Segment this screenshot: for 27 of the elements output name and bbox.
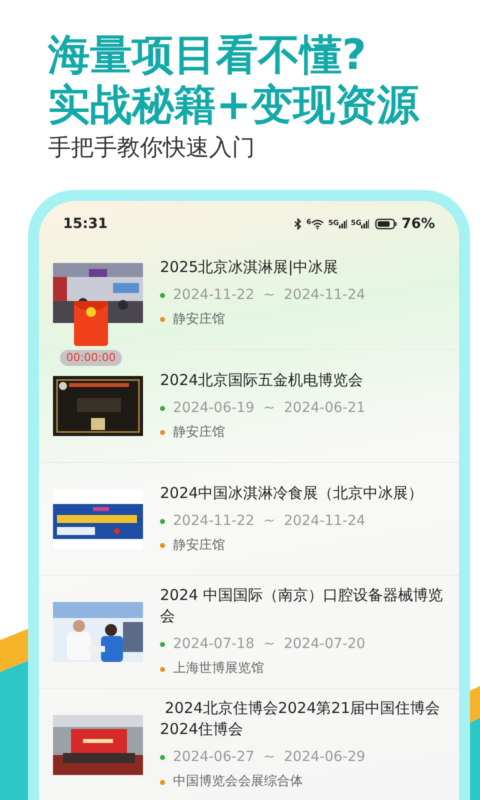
signal-icon: [361, 219, 370, 229]
envelope-icon[interactable]: [74, 301, 108, 346]
event-venue: 上海世博展览馆: [173, 660, 264, 678]
headline: 实战秘籍+变现资源: [48, 80, 420, 130]
event-venue: 静安庄馆: [173, 536, 225, 555]
battery-icon: [375, 218, 398, 230]
status-time: 15:31: [63, 214, 108, 234]
event-title[interactable]: 2024北京国际五金机电博览会: [160, 370, 366, 391]
event-title[interactable]: 2024 中国国际（南京）口腔设备器械博览会: [160, 585, 451, 628]
event-title[interactable]: 2024北京住博会2024第21届中国住博会2024住博会: [160, 698, 451, 740]
event-dates: 2024-06-27 ~ 2024-06-29: [173, 748, 366, 768]
countdown-timer: 00:00:00: [60, 350, 122, 366]
battery-percent: 76%: [401, 214, 435, 234]
wifi-icon: [311, 218, 324, 230]
event-dates: 2024-11-22 ~ 2024-11-24: [173, 286, 366, 305]
event-dates: 2024-07-18 ~ 2024-07-20: [173, 635, 366, 654]
event-title[interactable]: 2025北京冰淇淋展|中冰展: [160, 256, 366, 278]
signal-icon: [338, 219, 347, 229]
event-venue: 静安庄馆: [173, 424, 225, 442]
event-title[interactable]: 2024中国冰淇淋冷食展（北京中冰展）: [160, 482, 424, 504]
subtitle: 手把手教你快速入门: [48, 134, 256, 163]
event-dates: 2024-11-22 ~ 2024-11-24: [173, 512, 366, 531]
headline: 海量项目看不懂?: [48, 30, 368, 80]
event-dates: 2024-06-19 ~ 2024-06-21: [173, 398, 366, 418]
event-venue: 中国博览会会展综合体: [173, 773, 303, 792]
event-venue: 静安庄馆: [173, 310, 225, 329]
bluetooth-icon: [294, 218, 302, 230]
